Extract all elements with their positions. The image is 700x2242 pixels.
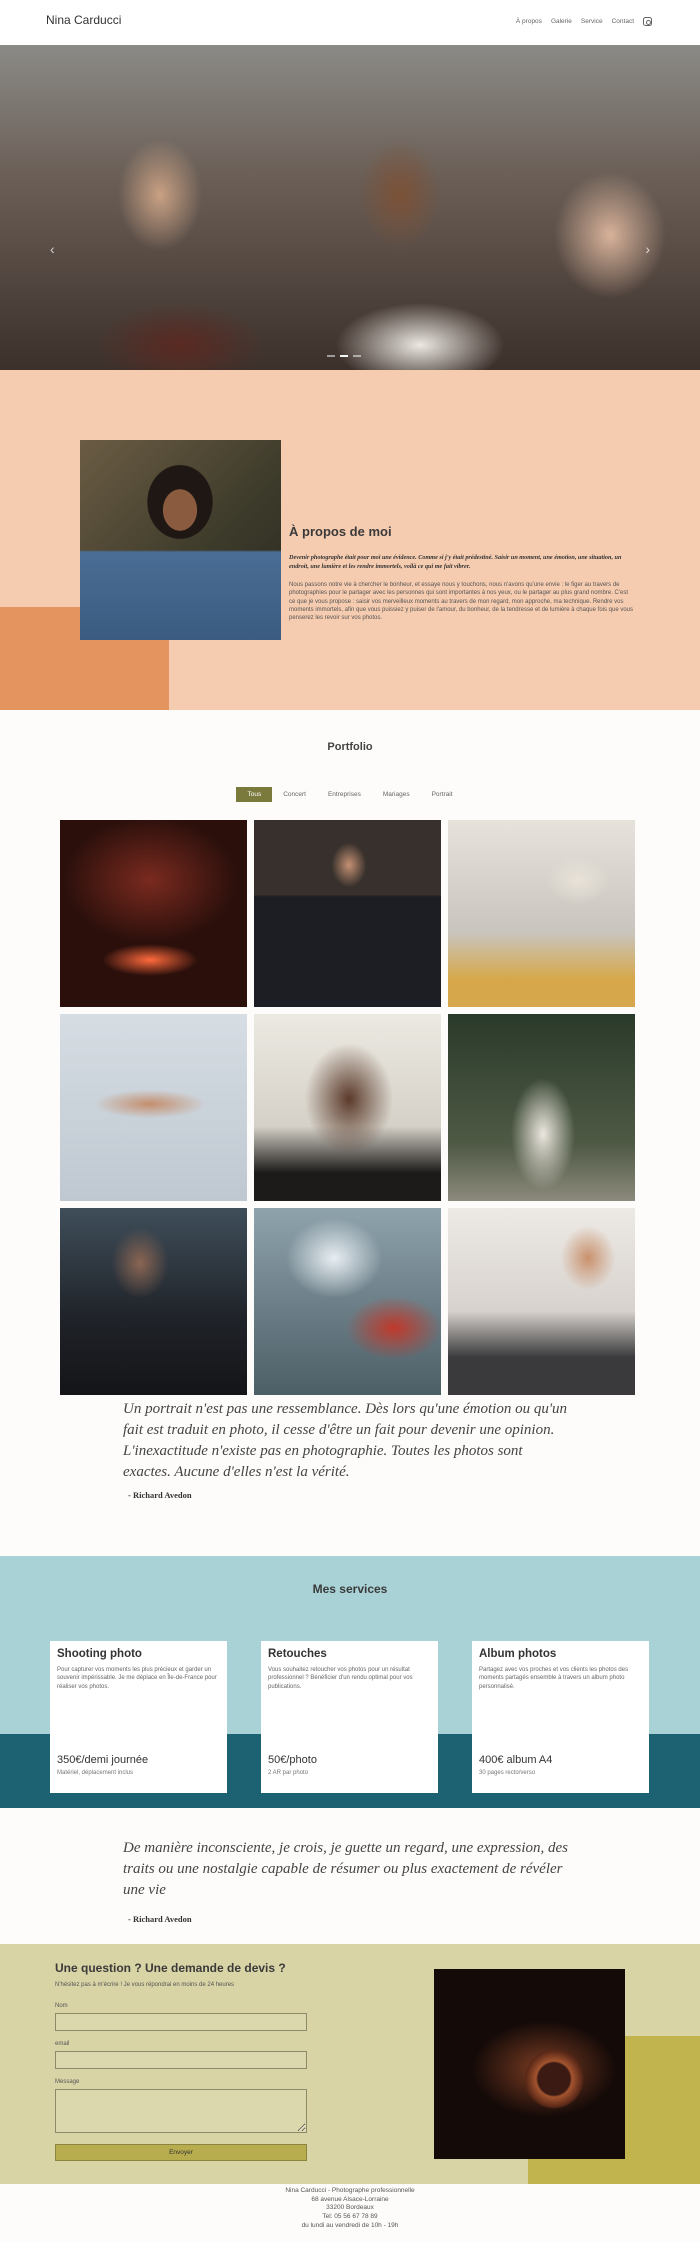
filter-all[interactable]: Tous <box>236 787 273 802</box>
gallery-image[interactable] <box>448 820 635 1007</box>
instagram-icon[interactable] <box>643 17 652 26</box>
service-name: Retouches <box>268 1648 327 1660</box>
service-card: Album photos Partagez avec vos proches e… <box>472 1641 649 1793</box>
filter-portrait[interactable]: Portrait <box>421 787 464 802</box>
filter-entreprises[interactable]: Entreprises <box>317 787 372 802</box>
quote-section: Un portrait n'est pas une ressemblance. … <box>0 1396 700 1556</box>
service-description: Pour capturer vos moments les plus préci… <box>57 1667 217 1690</box>
footer-line: Tel: 05 56 67 78 89 <box>322 2213 378 2221</box>
carousel-dot[interactable] <box>353 355 361 357</box>
gallery-image[interactable] <box>254 1014 441 1201</box>
service-price: 50€/photo <box>268 1754 317 1766</box>
carousel-indicators <box>327 355 361 357</box>
contact-title: Une question ? Une demande de devis ? <box>55 1961 286 1975</box>
quote-section: De manière inconsciente, je crois, je gu… <box>0 1808 700 1944</box>
footer-line: 33200 Bordeaux <box>326 2204 374 2212</box>
site-header: Nina Carducci À propos Galerie Service C… <box>0 0 700 45</box>
chevron-left-icon[interactable]: ‹ <box>50 241 55 257</box>
about-title: À propos de moi <box>289 524 392 539</box>
gallery-filters: Tous Concert Entreprises Mariages Portra… <box>0 787 700 802</box>
nav-link-about[interactable]: À propos <box>516 18 542 25</box>
gallery-image[interactable] <box>254 1208 441 1395</box>
chevron-right-icon[interactable]: › <box>645 241 650 257</box>
services-title: Mes services <box>312 1582 388 1596</box>
portfolio-section: Portfolio Tous Concert Entreprises Maria… <box>0 710 700 1396</box>
quote-author: - Richard Avedon <box>128 1490 192 1500</box>
gallery-image[interactable] <box>254 820 441 1007</box>
gallery-grid <box>60 820 635 1395</box>
gallery-image[interactable] <box>448 1208 635 1395</box>
nav-link-gallery[interactable]: Galerie <box>551 18 572 25</box>
portfolio-title: Portfolio <box>327 741 373 753</box>
footer-line: du lundi au vendredi de 10h - 19h <box>301 2221 399 2229</box>
service-description: Vous souhaitez retoucher vos photos pour… <box>268 1667 413 1690</box>
quote-text: De manière inconsciente, je crois, je gu… <box>123 1840 569 1898</box>
email-label: email <box>55 2041 70 2047</box>
about-section: À propos de moi Devenir photographe étai… <box>0 370 700 710</box>
gallery-image[interactable] <box>60 820 247 1007</box>
contact-subtitle: N'hésitez pas à m'écrire ! Je vous répon… <box>55 1982 235 1988</box>
about-text: Nous passons notre vie à chercher le bon… <box>289 582 634 622</box>
service-note: 2 AR par photo <box>268 1770 309 1776</box>
nav-link-contact[interactable]: Contact <box>612 18 634 25</box>
hero-carousel: ‹ › <box>0 45 700 370</box>
main-nav: À propos Galerie Service Contact <box>516 17 652 26</box>
service-price: 400€ album A4 <box>479 1754 553 1766</box>
quote-author: - Richard Avedon <box>128 1914 192 1924</box>
service-note: 30 pages recto/verso <box>479 1770 536 1776</box>
email-field[interactable] <box>55 2051 307 2069</box>
nav-link-service[interactable]: Service <box>581 18 603 25</box>
service-price: 350€/demi journée <box>57 1754 149 1766</box>
name-field[interactable] <box>55 2013 307 2031</box>
service-description: Partagez avec vos proches et vos clients… <box>479 1667 629 1690</box>
service-note: Matériel, déplacement inclus <box>57 1770 134 1776</box>
service-card: Retouches Vous souhaitez retoucher vos p… <box>261 1641 438 1793</box>
filter-mariages[interactable]: Mariages <box>372 787 421 802</box>
filter-concert[interactable]: Concert <box>272 787 317 802</box>
quote-text: Un portrait n'est pas une ressemblance. … <box>123 1401 568 1480</box>
footer-line: Nina Carducci - Photographe professionne… <box>285 2187 415 2194</box>
service-name: Album photos <box>479 1648 557 1660</box>
name-label: Nom <box>55 2003 68 2009</box>
gallery-image[interactable] <box>60 1208 247 1395</box>
about-portrait-image <box>80 440 281 640</box>
about-lead: Devenir photographe était pour moi une é… <box>289 554 622 570</box>
carousel-dot[interactable] <box>327 355 335 357</box>
camera-image <box>434 1969 625 2159</box>
services-section: Mes services Shooting photo Pour capture… <box>0 1556 700 1808</box>
gallery-image[interactable] <box>448 1014 635 1201</box>
footer-line: 68 avenue Alsace-Lorraine <box>311 2195 389 2203</box>
contact-section: Une question ? Une demande de devis ? N'… <box>0 1944 700 2184</box>
gallery-image[interactable] <box>60 1014 247 1201</box>
brand-name[interactable]: Nina Carducci <box>46 13 121 27</box>
message-label: Message <box>55 2079 80 2085</box>
message-field[interactable] <box>55 2089 307 2133</box>
service-name: Shooting photo <box>57 1648 142 1660</box>
carousel-dot[interactable] <box>340 355 348 357</box>
submit-button[interactable]: Envoyer <box>55 2144 307 2161</box>
site-footer: Nina Carducci - Photographe professionne… <box>0 2184 700 2242</box>
service-card: Shooting photo Pour capturer vos moments… <box>50 1641 227 1793</box>
